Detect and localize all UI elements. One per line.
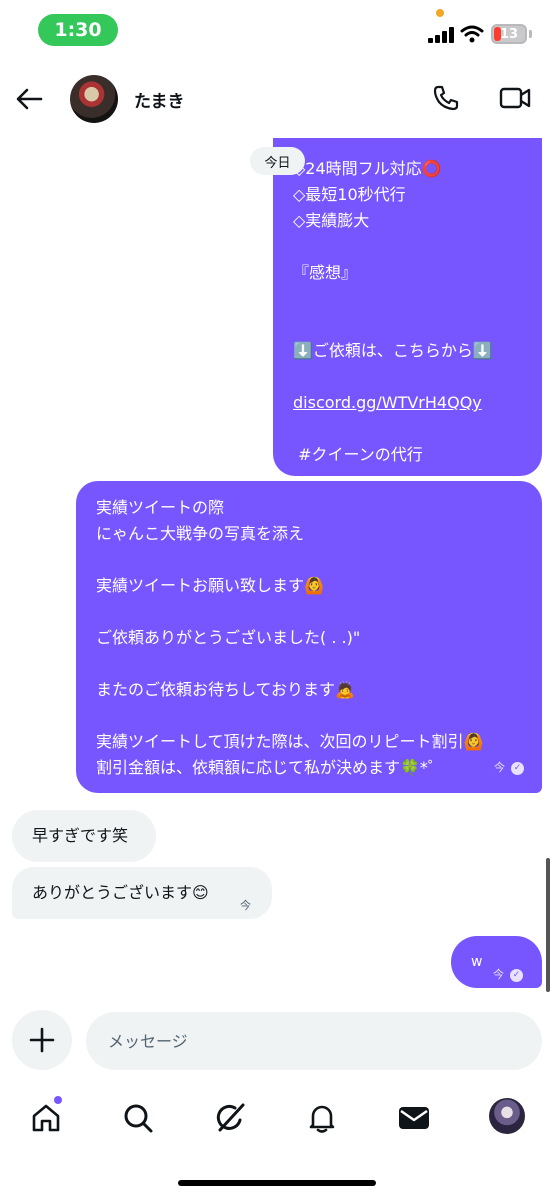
voice-call-button[interactable] bbox=[428, 80, 464, 116]
nav-notifications[interactable] bbox=[302, 1098, 342, 1138]
message-line: 『感想』 bbox=[293, 263, 358, 282]
message-bubble-incoming[interactable]: 早すぎです笑 bbox=[12, 810, 156, 862]
battery-level: 13 bbox=[499, 26, 519, 42]
message-line: またのご依頼お待ちしております🙇 bbox=[96, 680, 355, 699]
message-line: ◇24時間フル対応⭕ bbox=[293, 159, 442, 178]
wifi-icon bbox=[460, 25, 484, 43]
mail-icon bbox=[399, 1107, 429, 1129]
cellular-signal-icon bbox=[428, 27, 454, 43]
plus-icon bbox=[29, 1027, 55, 1053]
message-bubble-outgoing[interactable]: 実績ツイートの際 にゃんこ大戦争の写真を添え 実績ツイートお願い致します🙆 ご依… bbox=[76, 481, 542, 793]
nav-search[interactable] bbox=[118, 1098, 158, 1138]
hashtag[interactable]: #クイーンの代行 bbox=[293, 442, 524, 468]
message-line: ◇実績膨大 bbox=[293, 211, 370, 230]
message-time: 今 bbox=[494, 761, 505, 774]
battery-icon: 13 bbox=[491, 24, 527, 44]
message-bubble-outgoing[interactable]: w 今 ✓ bbox=[451, 936, 542, 988]
contact-name[interactable]: たまき bbox=[134, 87, 185, 112]
message-line bbox=[96, 651, 524, 677]
video-camera-icon bbox=[499, 87, 531, 109]
message-line: ◇最短10秒代行 bbox=[293, 185, 406, 204]
bottom-navigation bbox=[0, 1090, 554, 1150]
date-separator: 今日 bbox=[250, 147, 305, 175]
contact-avatar[interactable] bbox=[70, 75, 118, 123]
add-media-button[interactable] bbox=[12, 1010, 72, 1070]
battery-cap bbox=[529, 30, 532, 38]
read-check-icon: ✓ bbox=[511, 761, 524, 775]
nav-home[interactable] bbox=[26, 1098, 66, 1138]
read-check-icon: ✓ bbox=[510, 968, 523, 982]
message-bubble-incoming[interactable]: ありがとうございます😊 今 bbox=[12, 867, 272, 919]
message-meta: 今 bbox=[240, 893, 251, 919]
message-meta: 今 ✓ bbox=[494, 755, 524, 781]
home-indicator[interactable] bbox=[178, 1180, 376, 1186]
arrow-left-icon bbox=[16, 88, 43, 110]
privacy-indicator-dot bbox=[436, 9, 444, 17]
message-line: ⬇️ご依頼は、こちらから⬇️ bbox=[293, 341, 493, 360]
message-line bbox=[96, 547, 524, 573]
message-line: ご依頼ありがとうございました( . .)" bbox=[96, 628, 361, 647]
search-icon bbox=[124, 1104, 153, 1133]
message-line: 実績ツイートして頂けた際は、次回のリピート割引🙆 bbox=[96, 732, 484, 751]
message-meta: 今 ✓ bbox=[493, 962, 523, 988]
notification-dot bbox=[54, 1096, 62, 1104]
scrollbar[interactable] bbox=[546, 858, 550, 992]
message-text: ありがとうございます😊 bbox=[32, 883, 209, 902]
status-bar: 1:30 13 bbox=[0, 0, 554, 60]
message-line: 実績ツイートの際 bbox=[96, 498, 225, 517]
message-line: 割引金額は、依頼額に応じて私が決めます🍀*゜ bbox=[96, 758, 444, 777]
bell-icon bbox=[309, 1105, 335, 1133]
message-line bbox=[293, 234, 524, 260]
nav-messages[interactable] bbox=[394, 1098, 434, 1138]
message-time: 今 bbox=[240, 899, 251, 912]
discord-link[interactable]: discord.gg/WTVrH4QQy bbox=[293, 390, 524, 416]
message-line: にゃんこ大戦争の写真を添え bbox=[96, 524, 305, 543]
status-time[interactable]: 1:30 bbox=[38, 14, 118, 46]
message-bubble-outgoing[interactable]: ◇24時間フル対応⭕ ◇最短10秒代行 ◇実績膨大 『感想』 ⬇️ご依頼は、こち… bbox=[273, 100, 542, 476]
message-line bbox=[293, 364, 524, 390]
phone-icon bbox=[433, 85, 459, 111]
message-text: 早すぎです笑 bbox=[32, 826, 129, 845]
message-input-container[interactable] bbox=[86, 1012, 542, 1070]
nav-profile-avatar[interactable] bbox=[489, 1098, 525, 1134]
grok-icon bbox=[216, 1103, 245, 1132]
nav-grok[interactable] bbox=[210, 1098, 250, 1138]
message-input[interactable] bbox=[108, 1012, 518, 1070]
message-text: w bbox=[471, 954, 483, 970]
message-line bbox=[293, 286, 524, 312]
back-button[interactable] bbox=[12, 82, 46, 116]
message-time: 今 bbox=[493, 968, 504, 981]
message-line bbox=[293, 416, 524, 442]
video-call-button[interactable] bbox=[495, 80, 535, 116]
home-icon bbox=[32, 1104, 60, 1132]
message-line: 実績ツイートお願い致します🙆 bbox=[96, 576, 324, 595]
message-line bbox=[96, 703, 524, 729]
message-line bbox=[293, 312, 524, 338]
message-line bbox=[96, 599, 524, 625]
conversation-header: たまき bbox=[0, 60, 554, 138]
